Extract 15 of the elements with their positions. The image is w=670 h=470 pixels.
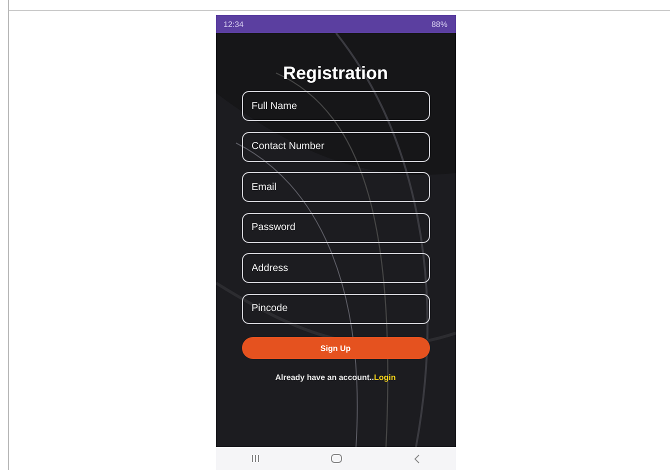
recent-apps-icon[interactable]: [251, 454, 260, 463]
page-title: Registration: [282, 63, 388, 84]
account-prompt: Already have an account..: [275, 373, 374, 382]
input-field[interactable]: Address: [242, 253, 430, 283]
input-field[interactable]: Full Name: [242, 91, 430, 121]
clock-time: 12:34: [224, 20, 244, 28]
input-field[interactable]: Email: [242, 172, 430, 202]
battery-level: 88%: [431, 20, 448, 28]
sign-up-button[interactable]: Sign Up: [242, 337, 430, 359]
input-field[interactable]: Password: [242, 212, 430, 242]
login-link[interactable]: Login: [374, 373, 396, 382]
input-field[interactable]: Contact Number: [242, 132, 430, 162]
input-field[interactable]: Pincode: [242, 294, 430, 324]
home-icon[interactable]: [331, 454, 342, 463]
back-icon[interactable]: [414, 454, 420, 464]
